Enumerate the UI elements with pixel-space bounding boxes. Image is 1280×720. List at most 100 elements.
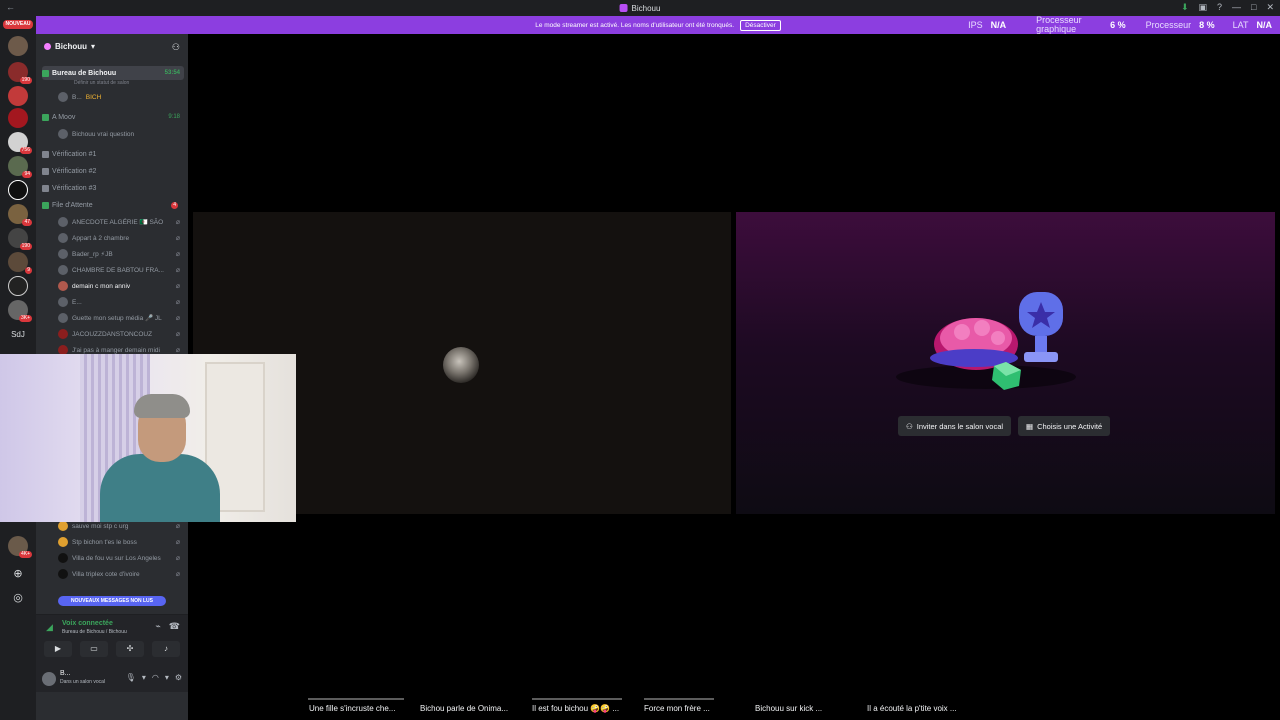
queue-user[interactable]: demain c mon anniv ⌀ xyxy=(58,279,184,293)
server-icon[interactable]: 47 xyxy=(8,204,32,226)
text-server-icon[interactable]: SdJ xyxy=(6,330,30,339)
user-name: CHAMBRE DE BABTOU FRA... xyxy=(72,266,164,274)
server-icon-small xyxy=(44,43,51,50)
server-icon[interactable] xyxy=(8,276,28,296)
muted-mic-icon: ⌀ xyxy=(175,571,180,578)
camera-button[interactable]: ▶ xyxy=(44,641,72,657)
voice-channel-verif-3[interactable]: Vérification #3 xyxy=(42,181,184,195)
window-controls: ⬇ ▣ ? — □ ✕ xyxy=(1181,2,1274,13)
voice-actions: ⌁ ☎ xyxy=(155,621,180,632)
voice-channel-verif-1[interactable]: Vérification #1 xyxy=(42,147,184,161)
video-title[interactable]: Bichou parle de Onima... xyxy=(420,704,508,713)
server-header[interactable]: Bichouu ▾ xyxy=(44,42,95,51)
user-name: Appart à 2 chambre xyxy=(72,234,130,242)
help-icon[interactable]: ? xyxy=(1217,2,1222,13)
video-title[interactable]: Force mon frère ... xyxy=(644,704,710,713)
add-server-icon[interactable]: ⊕ xyxy=(12,568,24,580)
channel-name: Vérification #1 xyxy=(52,150,97,158)
maximize-icon[interactable]: □ xyxy=(1251,2,1256,13)
server-icon[interactable]: 3K+ xyxy=(8,300,32,322)
disable-streamer-button[interactable]: Désactiver xyxy=(740,19,781,31)
server-icon[interactable]: 190 xyxy=(8,228,32,250)
close-icon[interactable]: ✕ xyxy=(1266,2,1274,13)
speaker-icon xyxy=(42,150,49,158)
chevron-down-icon[interactable]: ▾ xyxy=(142,673,146,682)
queue-user[interactable]: Villa triplex cote d'ivoire ⌀ xyxy=(58,567,184,581)
server-icon[interactable] xyxy=(8,108,28,128)
server-icon[interactable] xyxy=(8,36,28,56)
performance-overlay: IPS N/A Processeur graphique 6 % Process… xyxy=(968,16,1272,34)
voice-status[interactable]: Voix connectée xyxy=(62,620,113,627)
queue-user[interactable]: Villa de fou vu sur Los Angeles ⌀ xyxy=(58,551,184,565)
user-name: demain c mon anniv xyxy=(72,282,131,290)
queue-user[interactable]: Appart à 2 chambre ⌀ xyxy=(58,231,184,245)
server-icon[interactable] xyxy=(8,180,28,200)
add-member-icon[interactable]: ⚇ xyxy=(172,42,180,53)
voice-channel-bureau[interactable]: Bureau de Bichouu 53:54 xyxy=(42,66,184,80)
speaker-icon xyxy=(42,167,49,175)
minimize-icon[interactable]: — xyxy=(1232,2,1241,13)
new-messages-pill[interactable]: NOUVEAUX MESSAGES NON LUS xyxy=(58,596,166,606)
settings-gear-icon[interactable]: ⚙ xyxy=(175,673,182,682)
queue-user[interactable]: CHAMBRE DE BABTOU FRA... ⌀ xyxy=(58,263,184,277)
server-icon[interactable]: 9 xyxy=(8,252,32,274)
user-name: J'ai pas à manger demain midi xyxy=(72,346,160,354)
queue-user[interactable]: ANECDOTE ALGÉRIE 🇩🇿 SÃO ⌀ xyxy=(58,215,184,229)
disconnect-icon[interactable]: ☎ xyxy=(169,621,180,632)
queue-user[interactable]: E... ⌀ xyxy=(58,295,184,309)
channel-timer: 53:54 xyxy=(164,70,180,76)
download-icon[interactable]: ⬇ xyxy=(1181,2,1189,13)
recommended-videos-strip: Une fille s'incruste che... Bichou parle… xyxy=(300,696,1280,720)
user-name: B... xyxy=(72,93,82,101)
muted-mic-icon: ⌀ xyxy=(175,219,180,226)
muted-mic-icon: ⌀ xyxy=(175,523,180,530)
voice-channel-verif-2[interactable]: Vérification #2 xyxy=(42,164,184,178)
inbox-icon[interactable]: ▣ xyxy=(1198,2,1207,13)
server-icon[interactable]: 94 xyxy=(8,156,32,178)
add-user-icon: ⚇ xyxy=(906,421,913,431)
user-name: B... xyxy=(60,670,71,677)
back-arrow-icon[interactable]: ← xyxy=(6,2,15,12)
muted-mic-icon: ⌀ xyxy=(175,331,180,338)
choose-activity-button[interactable]: ▦ Choisis une Activité xyxy=(1018,416,1111,436)
avatar xyxy=(58,521,68,531)
queue-user[interactable]: Bader_rp ⚡JB ⌀ xyxy=(58,247,184,261)
video-title[interactable]: Bichouu sur kick ... xyxy=(755,704,822,713)
channel-status[interactable]: Définir un statut de salon xyxy=(74,80,184,86)
server-icon[interactable]: 4K+ xyxy=(8,536,32,558)
speaker-icon xyxy=(42,184,49,192)
voice-channel-path[interactable]: Bureau de Bichouu / Bichouu xyxy=(62,629,127,635)
voice-user[interactable]: B... BICH xyxy=(58,90,184,104)
trophy-icon xyxy=(1019,292,1063,362)
video-title[interactable]: Il est fou bichou 🤪🤪 ... xyxy=(532,704,619,713)
headphones-icon[interactable]: ◠ xyxy=(152,673,159,682)
noise-suppression-icon[interactable]: ⌁ xyxy=(155,621,160,632)
invite-to-voice-button[interactable]: ⚇ Inviter dans le salon vocal xyxy=(898,416,1012,436)
queue-user[interactable]: Guette mon setup média 🎤 JL ⌀ xyxy=(58,311,184,325)
chevron-down-icon[interactable]: ▾ xyxy=(165,673,169,682)
voice-channel-file-attente[interactable]: File d'Attente 4 xyxy=(42,198,184,212)
user-panel: B... Dans un salon vocal 🎙 ▾ ◠ ▾ ⚙ xyxy=(36,666,188,692)
avatar[interactable] xyxy=(42,672,56,686)
screen-share-button[interactable]: ▭ xyxy=(80,641,108,657)
webcam-person-cap xyxy=(134,394,190,418)
video-title[interactable]: Il a écouté la p'tite voix ... xyxy=(867,704,957,713)
discover-icon[interactable]: ◎ xyxy=(12,592,24,604)
server-badge: 9 xyxy=(25,267,32,274)
voice-user[interactable]: Bichouu vrai question xyxy=(58,127,184,141)
speaker-icon xyxy=(42,69,49,77)
microphone-icon[interactable]: 🎙 xyxy=(126,673,136,682)
server-icon[interactable]: 756 xyxy=(8,132,32,154)
activities-button[interactable]: ✣ xyxy=(116,641,144,657)
server-icon[interactable]: 190 xyxy=(8,62,32,84)
voice-channel-amoov[interactable]: A Moov 9:18 xyxy=(42,110,184,124)
video-title[interactable]: Une fille s'incruste che... xyxy=(309,704,395,713)
queue-user[interactable]: JACOUZZDANSTONCOUZ ⌀ xyxy=(58,327,184,341)
speaker-icon xyxy=(42,113,49,121)
server-icon[interactable] xyxy=(8,86,28,106)
avatar xyxy=(58,265,68,275)
activity-illustration xyxy=(896,292,1076,390)
webcam-overlay xyxy=(0,354,296,522)
queue-user[interactable]: Stp bichon t'es le boss ⌀ xyxy=(58,535,184,549)
soundboard-button[interactable]: ♪ xyxy=(152,641,180,657)
